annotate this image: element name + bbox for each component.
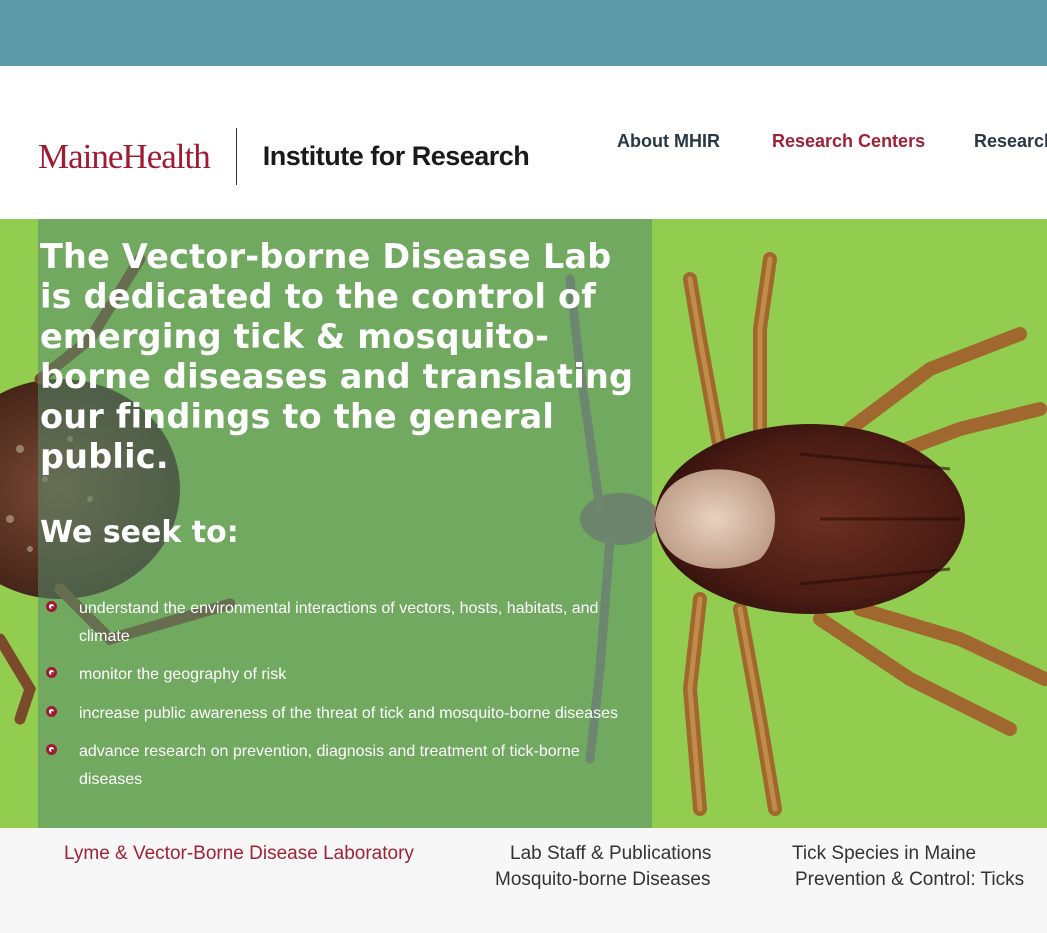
main-nav: About MHIR Research Centers Research [0,131,1047,155]
list-item: monitor the geography of risk [46,661,646,689]
nav-item-research-centers[interactable]: Research Centers [772,131,925,152]
hero-banner: The Vector-borne Disease Lab is dedicate… [0,219,1047,828]
subnav-link-tick-species[interactable]: Tick Species in Maine [792,841,976,867]
list-item: advance research on prevention, diagnosi… [46,738,646,793]
bullet-icon [46,667,57,678]
goals-list: understand the environmental interaction… [46,595,646,804]
list-item-text: understand the environmental interaction… [79,600,599,645]
hero-subtitle: We seek to: [40,515,239,550]
list-item-text: increase public awareness of the threat … [79,704,618,722]
list-item: increase public awareness of the threat … [46,700,646,728]
list-item-text: advance research on prevention, diagnosi… [79,743,580,788]
bullet-icon [46,705,57,717]
site-header: MaineHealth Institute for Research About… [0,66,1047,219]
nav-item-about-mhir[interactable]: About MHIR [617,131,720,152]
section-subnav: Lyme & Vector-Borne Disease Laboratory L… [0,828,1047,933]
subnav-link-lyme-lab[interactable]: Lyme & Vector-Borne Disease Laboratory [64,841,414,867]
subnav-link-mosquito-diseases[interactable]: Mosquito-borne Diseases [495,867,710,893]
list-item-text: monitor the geography of risk [79,666,287,683]
subnav-link-lab-staff[interactable]: Lab Staff & Publications [510,841,711,867]
hero-title: The Vector-borne Disease Lab is dedicate… [40,237,634,476]
list-item: understand the environmental interaction… [46,595,646,650]
bullet-icon [46,601,57,612]
top-bar [0,0,1047,66]
bullet-icon [46,744,57,755]
nav-item-research[interactable]: Research [974,131,1047,152]
subnav-link-prevention-ticks[interactable]: Prevention & Control: Ticks [795,867,1024,893]
